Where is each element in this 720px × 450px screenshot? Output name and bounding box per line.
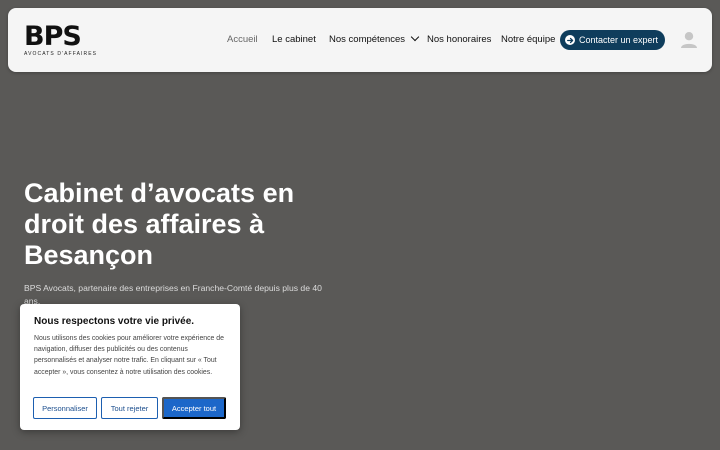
user-icon[interactable]	[680, 31, 698, 49]
brand-logo[interactable]: BPS AVOCATS D'AFFAIRES	[24, 21, 98, 58]
chevron-down-icon	[410, 32, 420, 42]
nav-item-nos-honoraires[interactable]: Nos honoraires	[427, 34, 491, 45]
cookie-title: Nous respectons votre vie privée.	[34, 316, 195, 327]
customize-cookies-button[interactable]: Personnaliser	[33, 397, 97, 419]
arrow-right-circle-icon	[565, 35, 575, 45]
logo-mark: BPS	[24, 21, 82, 52]
reject-all-cookies-button[interactable]: Tout rejeter	[101, 397, 158, 419]
nav-item-le-cabinet[interactable]: Le cabinet	[272, 34, 316, 45]
nav-item-accueil[interactable]: Accueil	[227, 34, 258, 45]
nav-item-label: Nos compétences	[329, 34, 406, 45]
nav-item-notre-equipe[interactable]: Notre équipe	[501, 34, 555, 45]
contact-expert-button[interactable]: Contacter un expert	[560, 30, 665, 50]
cookie-text: Nous utilisons des cookies pour améliore…	[34, 335, 224, 376]
logo-tagline: AVOCATS D'AFFAIRES	[24, 51, 98, 57]
cookie-consent-banner: Nous respectons votre vie privée. Nous u…	[20, 304, 240, 430]
hero-title: Cabinet d’avocats en droit des affaires …	[24, 178, 295, 270]
accept-all-cookies-button[interactable]: Accepter tout	[162, 397, 226, 419]
contact-expert-label: Contacter un expert	[579, 35, 659, 45]
nav-item-nos-competences[interactable]: Nos compétences	[329, 32, 420, 45]
